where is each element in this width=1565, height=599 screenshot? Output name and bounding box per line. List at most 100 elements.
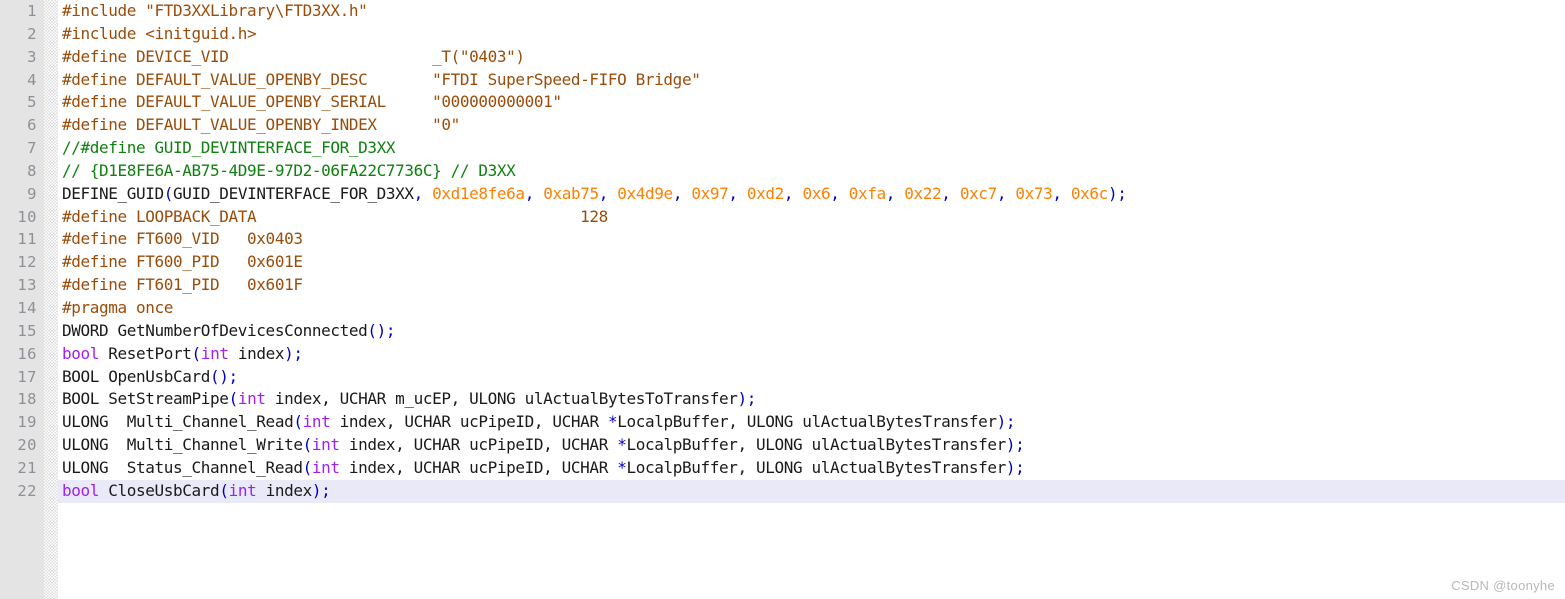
code-editor: 1 2 3 4 5 6 7 8 9 10 11 12 13 14 15 16 17 18 19 20 21 22 #inc…: [0, 0, 1565, 599]
line-number[interactable]: 4: [0, 69, 44, 92]
code-token-op: );: [1107, 183, 1127, 203]
code-line[interactable]: #include <initguid.h>: [58, 23, 1565, 46]
line-number[interactable]: 1: [0, 0, 44, 23]
code-token-op: ;: [385, 320, 396, 340]
line-number[interactable]: 19: [0, 411, 44, 434]
code-token-num: 0x4d9e: [617, 183, 673, 203]
code-token-txt: GUID_DEVINTERFACE_FOR_D3XX: [173, 183, 414, 203]
code-token-op: ,: [672, 183, 683, 203]
code-token-num: 0x22: [904, 183, 942, 203]
line-number[interactable]: 18: [0, 388, 44, 411]
code-folding-strip[interactable]: [44, 0, 58, 599]
code-token-pre: #include <initguid.h>: [62, 23, 257, 43]
code-token-op: );: [996, 412, 1016, 432]
line-number[interactable]: 21: [0, 457, 44, 480]
code-token-kw: int: [311, 435, 340, 455]
code-line[interactable]: #define FT601_PID 0x601F: [58, 274, 1565, 297]
line-number[interactable]: 6: [0, 114, 44, 137]
line-number-gutter[interactable]: 1 2 3 4 5 6 7 8 9 10 11 12 13 14 15 16 17 18 19 20 21 22: [0, 0, 44, 599]
code-line[interactable]: #include "FTD3XXLibrary\FTD3XX.h": [58, 0, 1565, 23]
code-token-pre: #define FT600_PID 0x601E: [62, 252, 303, 272]
code-token-cmt: //#define GUID_DEVINTERFACE_FOR_D3XX: [62, 138, 396, 158]
line-number[interactable]: 12: [0, 251, 44, 274]
csdn-watermark: CSDN @toonyhe: [1451, 578, 1555, 593]
code-token-pre: #define DEFAULT_VALUE_OPENBY_INDEX "0": [62, 115, 460, 135]
code-token-op: ,: [996, 183, 1007, 203]
line-number[interactable]: 9: [0, 183, 44, 206]
code-token-txt: ULONG Status_Channel_Read: [62, 457, 303, 477]
code-line[interactable]: #define LOOPBACK_DATA 128: [58, 206, 1565, 229]
code-line[interactable]: #define DEVICE_VID _T("0403"): [58, 46, 1565, 69]
line-number[interactable]: 13: [0, 274, 44, 297]
code-token-kw: bool: [62, 480, 100, 500]
line-number[interactable]: 22: [0, 480, 44, 503]
code-line[interactable]: #define FT600_VID 0x0403: [58, 228, 1565, 251]
code-token-op: (: [191, 343, 202, 363]
code-line[interactable]: #pragma once: [58, 297, 1565, 320]
code-token-op: ,: [783, 183, 794, 203]
code-token-op: (: [293, 412, 303, 432]
code-line[interactable]: #define DEFAULT_VALUE_OPENBY_SERIAL "000…: [58, 91, 1565, 114]
line-number[interactable]: 16: [0, 343, 44, 366]
code-token-pre: #define LOOPBACK_DATA 128: [62, 206, 608, 226]
code-token-num: 0xfa: [848, 183, 886, 203]
line-number[interactable]: 15: [0, 320, 44, 343]
code-token-op: ,: [728, 183, 738, 203]
code-token-txt: index: [228, 343, 285, 363]
line-number[interactable]: 8: [0, 160, 44, 183]
code-line[interactable]: #define DEFAULT_VALUE_OPENBY_DESC "FTDI …: [58, 69, 1565, 92]
code-token-op: ,: [941, 183, 951, 203]
code-token-cmt: // {D1E8FE6A-AB75-4D9E-97D2-06FA22C7736C…: [62, 160, 516, 180]
code-line[interactable]: #define DEFAULT_VALUE_OPENBY_INDEX "0": [58, 114, 1565, 137]
code-content-area[interactable]: #include "FTD3XXLibrary\FTD3XX.h" #includ…: [58, 0, 1565, 599]
code-token-num: 0x6: [802, 183, 831, 203]
code-token-kw: int: [237, 389, 266, 409]
code-token-num: 0xd2: [746, 183, 784, 203]
line-number[interactable]: 3: [0, 46, 44, 69]
code-token-pre: #define DEVICE_VID _T("0403"): [62, 46, 525, 66]
code-token-op: (: [302, 435, 313, 455]
code-line[interactable]: #define FT600_PID 0x601E: [58, 251, 1565, 274]
code-token-op: ,: [598, 183, 609, 203]
code-line[interactable]: DWORD GetNumberOfDevicesConnected();: [58, 320, 1565, 343]
code-token-kw: int: [200, 343, 229, 363]
code-line[interactable]: bool ResetPort(int index);: [58, 343, 1565, 366]
code-token-txt: ULONG Multi_Channel_Read: [62, 412, 294, 432]
code-token-op: );: [284, 343, 303, 363]
code-token-op: (: [163, 183, 174, 203]
code-token-num: 0x73: [1015, 183, 1053, 203]
code-line[interactable]: // {D1E8FE6A-AB75-4D9E-97D2-06FA22C7736C…: [58, 160, 1565, 183]
line-number[interactable]: 11: [0, 228, 44, 251]
code-token-op: ,: [413, 183, 424, 203]
line-number[interactable]: 5: [0, 91, 44, 114]
code-token-op: );: [1005, 457, 1025, 477]
line-number[interactable]: 7: [0, 137, 44, 160]
line-number[interactable]: 20: [0, 434, 44, 457]
line-number[interactable]: 10: [0, 206, 44, 229]
code-line[interactable]: ULONG Multi_Channel_Read(int index, UCHA…: [58, 411, 1565, 434]
code-line-current[interactable]: bool CloseUsbCard(int index);: [58, 479, 1565, 503]
code-token-op: );: [737, 389, 757, 409]
code-line[interactable]: DEFINE_GUID(GUID_DEVINTERFACE_FOR_D3XX, …: [58, 183, 1565, 206]
code-token-op: ,: [885, 183, 896, 203]
code-line[interactable]: BOOL SetStreamPipe(int index, UCHAR m_uc…: [58, 388, 1565, 411]
line-number[interactable]: 17: [0, 366, 44, 389]
line-number[interactable]: 2: [0, 23, 44, 46]
code-token-txt: BOOL OpenUsbCard: [62, 366, 211, 386]
code-token-txt: index: [256, 480, 313, 500]
line-number[interactable]: 14: [0, 297, 44, 320]
code-token-txt: ULONG Multi_Channel_Write: [62, 435, 303, 455]
code-line[interactable]: //#define GUID_DEVINTERFACE_FOR_D3XX: [58, 137, 1565, 160]
code-token-num: 0x6c: [1070, 183, 1108, 203]
code-line[interactable]: ULONG Multi_Channel_Write(int index, UCH…: [58, 434, 1565, 457]
code-token-op: (: [219, 480, 229, 500]
code-token-op: );: [311, 480, 331, 500]
code-token-txt: CloseUsbCard: [99, 480, 220, 500]
code-line[interactable]: BOOL OpenUsbCard();: [58, 366, 1565, 389]
code-line[interactable]: ULONG Status_Channel_Read(int index, UCH…: [58, 457, 1565, 480]
